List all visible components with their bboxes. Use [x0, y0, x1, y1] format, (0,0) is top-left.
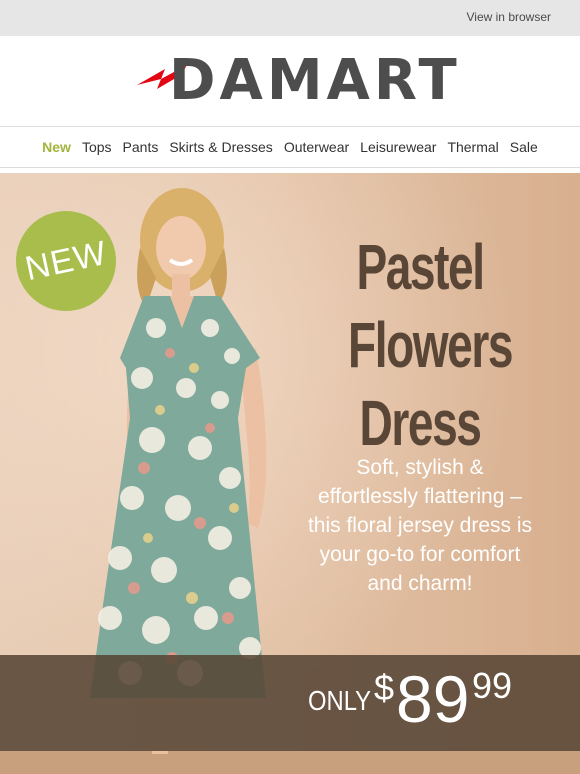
hero-banner[interactable]: NEW Pastel Flowers Dress Soft, stylish &… — [0, 173, 580, 774]
nav-item-pants[interactable]: Pants — [123, 139, 159, 155]
description-line: Soft, stylish & — [356, 456, 484, 479]
product-headline: Pastel Flowers Dress — [348, 228, 513, 462]
price-cents: 99 — [472, 665, 513, 706]
headline-line-2: Flowers — [348, 309, 513, 381]
nav-item-thermal[interactable]: Thermal — [447, 139, 498, 155]
nav-item-tops[interactable]: Tops — [82, 139, 112, 155]
headline-line-1: Pastel — [356, 231, 485, 303]
nav-item-leisurewear[interactable]: Leisurewear — [360, 139, 436, 155]
view-in-browser-link[interactable]: View in browser — [467, 10, 551, 24]
description-line: and charm! — [367, 572, 473, 595]
product-description: Soft, stylish & effortlessly flattering … — [300, 453, 540, 598]
description-line: this floral jersey dress is — [307, 514, 533, 537]
nav-item-outerwear[interactable]: Outerwear — [284, 139, 349, 155]
price-currency: $ — [374, 667, 395, 708]
nav-item-skirts-dresses[interactable]: Skirts & Dresses — [169, 139, 272, 155]
nav-item-new[interactable]: New — [42, 139, 71, 155]
nav-item-sale[interactable]: Sale — [510, 139, 538, 155]
price-prefix: ONLY — [308, 685, 372, 716]
main-nav: New Tops Pants Skirts & Dresses Outerwea… — [0, 126, 580, 168]
price-dollars: 89 — [396, 662, 470, 736]
top-bar: View in browser — [0, 0, 580, 36]
headline-line-3: Dress — [359, 387, 482, 459]
description-line: effortlessly flattering – — [318, 485, 522, 508]
brand-name: DAMART — [169, 48, 461, 113]
description-line: your go-to for comfort — [319, 543, 521, 566]
damart-logo[interactable]: DAMART — [137, 50, 457, 112]
